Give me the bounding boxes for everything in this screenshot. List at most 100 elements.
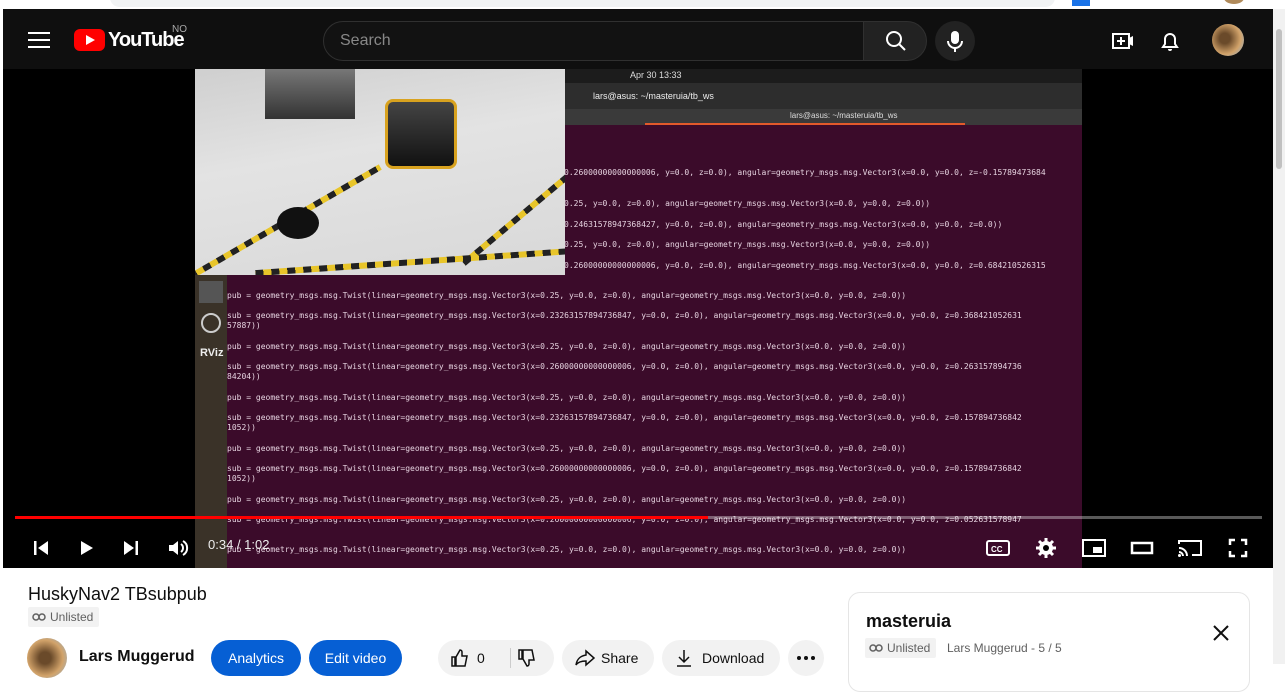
camera-feed — [195, 69, 565, 275]
scrollbar-thumb[interactable] — [1276, 29, 1282, 169]
terminal-window-title: lars@asus: ~/masteruia/tb_ws — [593, 91, 714, 101]
address-bar[interactable] — [110, 0, 1055, 7]
masthead: YouTube NO — [3, 9, 1273, 69]
dislike-button[interactable] — [511, 640, 554, 676]
extension-icon[interactable] — [1072, 0, 1090, 6]
terminal-line: sub = geometry_msgs.msg.Twist(linear=geo… — [227, 311, 1022, 320]
miniplayer-button[interactable] — [1076, 530, 1112, 566]
like-button[interactable]: 0 — [438, 640, 510, 676]
time-display: 0:34 / 1:02 — [208, 537, 270, 552]
close-icon — [1213, 625, 1229, 641]
search-input[interactable] — [324, 22, 863, 60]
analytics-button[interactable]: Analytics — [211, 640, 301, 676]
cast-button[interactable] — [1172, 530, 1208, 566]
thumbs-down-icon — [518, 649, 535, 667]
player-controls: 0:34 / 1:02 CC — [3, 524, 1273, 568]
mic-icon — [947, 31, 963, 52]
edit-video-button[interactable]: Edit video — [309, 640, 402, 676]
youtube-logo[interactable]: YouTube NO — [74, 24, 187, 51]
robot-background — [265, 69, 355, 119]
search-icon — [886, 31, 906, 51]
floor-tape — [255, 247, 565, 275]
menu-icon[interactable] — [28, 32, 50, 48]
terminal-tabbar: lars@asus: ~/masteruia/tb_ws — [565, 109, 1082, 125]
search-button[interactable] — [863, 21, 927, 61]
play-icon — [81, 541, 93, 555]
settings-button[interactable] — [1028, 530, 1064, 566]
terminal-line: 0.24631578947368427, y=0.0, z=0.0), angu… — [564, 220, 1003, 229]
terminal-line: sub = geometry_msgs.msg.Twist(linear=geo… — [227, 413, 1022, 422]
dock-app-icon — [199, 281, 223, 303]
playlist-title[interactable]: masteruia — [866, 611, 951, 632]
visibility-badge: Unlisted — [28, 607, 100, 627]
terminal-line: pub = geometry_msgs.msg.Twist(linear=geo… — [227, 444, 907, 453]
theater-icon — [1130, 541, 1154, 555]
play-button[interactable] — [68, 530, 104, 566]
captions-icon: CC — [986, 540, 1010, 556]
link-icon — [32, 613, 46, 621]
terminal-titlebar: lars@asus: ~/masteruia/tb_ws — [565, 83, 1082, 109]
browser-toolbar — [0, 0, 1285, 9]
video-player[interactable]: Apr 30 13:33 lars@asus: ~/masteruia/tb_w… — [3, 69, 1273, 568]
playlist-visibility-badge: Unlisted — [865, 638, 937, 658]
like-dislike-group: 0 — [438, 640, 554, 676]
voice-search-button[interactable] — [935, 21, 975, 61]
volume-icon — [169, 540, 189, 556]
progress-bar[interactable] — [15, 516, 1262, 519]
channel-name[interactable]: Lars Muggerud — [79, 648, 195, 666]
terminal-line: 84204)) — [227, 372, 261, 381]
channel-avatar[interactable] — [27, 638, 67, 678]
bell-icon — [1161, 33, 1179, 51]
svg-text:CC: CC — [991, 545, 1003, 554]
captions-button[interactable]: CC — [980, 530, 1016, 566]
create-button[interactable] — [1102, 21, 1142, 61]
skip-next-icon — [124, 541, 138, 555]
download-label: Download — [702, 650, 765, 666]
playlist-visibility-label: Unlisted — [887, 641, 931, 655]
mute-button[interactable] — [160, 530, 196, 566]
search-box — [323, 21, 864, 61]
terminal-line: pub = geometry_msgs.msg.Twist(linear=geo… — [227, 342, 907, 351]
share-button[interactable]: Share — [562, 640, 654, 676]
video-frame: Apr 30 13:33 lars@asus: ~/masteruia/tb_w… — [195, 69, 1082, 568]
skip-previous-icon — [34, 541, 48, 555]
turtlebot-robot — [277, 207, 319, 239]
terminal-line: 0.26000000000000006, y=0.0, z=0.0), angu… — [564, 261, 1046, 270]
country-code: NO — [172, 24, 187, 35]
fullscreen-button[interactable] — [1220, 530, 1256, 566]
browser-profile-avatar[interactable] — [1224, 0, 1244, 4]
desktop-clock: Apr 30 13:33 — [630, 70, 682, 80]
miniplayer-icon — [1082, 539, 1106, 557]
fullscreen-icon — [1228, 538, 1248, 558]
previous-button[interactable] — [23, 530, 59, 566]
terminal-line: 0.26000000000000006, y=0.0, z=0.0), angu… — [564, 168, 1046, 177]
create-icon — [1112, 33, 1133, 49]
progress-played — [15, 516, 709, 519]
notifications-button[interactable] — [1150, 21, 1190, 61]
download-button[interactable]: Download — [662, 640, 780, 676]
terminal-line: pub = geometry_msgs.msg.Twist(linear=geo… — [227, 291, 907, 300]
more-horizontal-icon — [797, 656, 815, 660]
next-button[interactable] — [113, 530, 149, 566]
share-label: Share — [601, 650, 639, 666]
cast-icon — [1178, 540, 1202, 557]
youtube-play-icon — [74, 29, 105, 51]
terminal-line: 57887)) — [227, 321, 261, 330]
playlist-meta: Lars Muggerud - 5 / 5 — [947, 641, 1062, 655]
share-icon — [575, 649, 596, 667]
video-title: HuskyNav2 TBsubpub — [28, 584, 207, 604]
terminal-line: pub = geometry_msgs.msg.Twist(linear=geo… — [227, 495, 907, 504]
close-playlist-button[interactable] — [1211, 623, 1231, 643]
obs-icon — [201, 313, 221, 333]
like-count: 0 — [477, 650, 485, 666]
theater-mode-button[interactable] — [1124, 530, 1160, 566]
terminal-line: 1052)) — [227, 423, 256, 432]
page-scrollbar[interactable] — [1273, 9, 1285, 664]
terminal-line: 0.25, y=0.0, z=0.0), angular=geometry_ms… — [564, 240, 931, 249]
rviz-icon: RViz — [200, 347, 224, 359]
terminal-line: sub = geometry_msgs.msg.Twist(linear=geo… — [227, 464, 1022, 473]
more-actions-button[interactable] — [788, 640, 824, 676]
terminal-line: sub = geometry_msgs.msg.Twist(linear=geo… — [227, 362, 1022, 371]
account-avatar[interactable] — [1212, 24, 1244, 56]
link-icon — [869, 644, 883, 652]
